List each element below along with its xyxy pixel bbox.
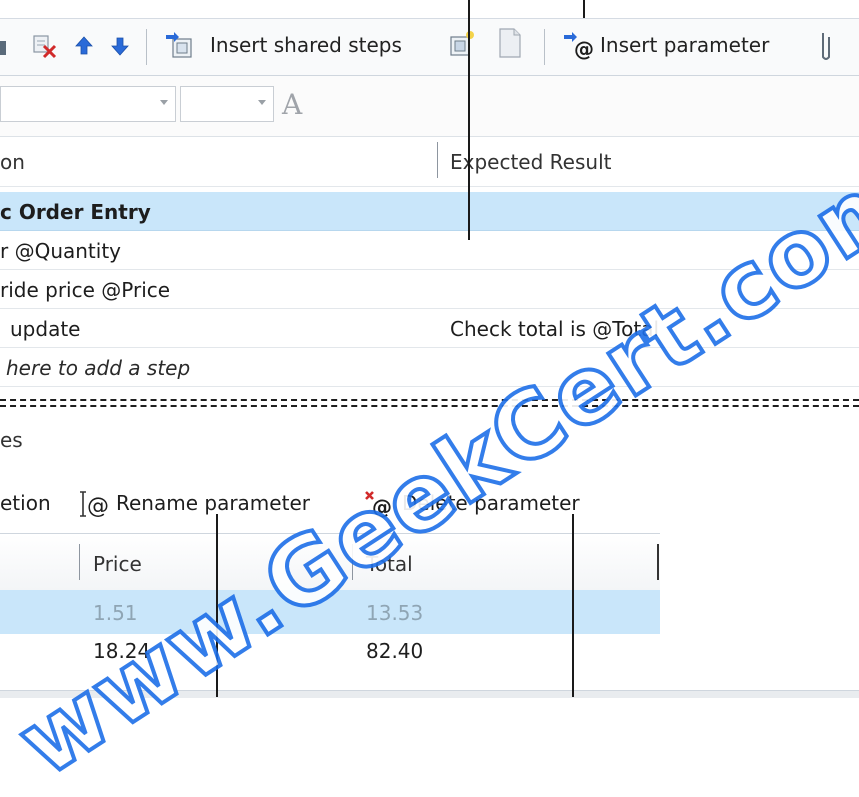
callout-line-delete-parameter <box>572 514 574 697</box>
parameter-row[interactable]: 18.24 82.40 <box>0 629 660 673</box>
font-glyph: A <box>282 88 303 121</box>
step-row[interactable]: ride price @Price <box>0 270 859 309</box>
insert-shared-steps-icon <box>164 31 196 61</box>
column-separator[interactable] <box>437 142 438 178</box>
column-separator[interactable] <box>79 544 80 580</box>
delete-parameter-label: Delete parameter <box>402 491 580 515</box>
add-step-placeholder: here to add a step <box>6 356 191 380</box>
move-step-up-icon[interactable] <box>74 35 94 57</box>
step-action: r @Quantity <box>0 239 122 263</box>
chevron-down-icon <box>258 100 266 105</box>
step-expected-result: Check total is @Total <box>450 317 660 341</box>
rename-parameter-button[interactable]: @ Rename parameter <box>76 484 338 524</box>
column-separator[interactable] <box>657 544 659 580</box>
step-action: ride price @Price <box>0 278 171 302</box>
steps-toolbar: Insert shared steps @ Insert parameter <box>0 18 859 76</box>
create-shared-steps-icon[interactable] <box>446 29 478 61</box>
step-row[interactable]: r @Quantity <box>0 231 859 270</box>
insert-parameter-button[interactable]: @ Insert parameter <box>562 27 792 65</box>
delete-parameter-icon: @ <box>364 488 398 520</box>
open-shared-steps-icon[interactable] <box>496 25 524 61</box>
step-action: update <box>10 317 81 341</box>
delete-step-icon[interactable] <box>30 31 60 61</box>
column-header-total[interactable]: Total <box>366 552 413 576</box>
insert-shared-steps-button[interactable]: Insert shared steps <box>164 27 426 65</box>
total-cell[interactable]: 13.53 <box>366 601 423 625</box>
price-cell[interactable]: 18.24 <box>93 639 150 663</box>
callout-line-rename-parameter <box>216 514 218 697</box>
svg-text:@: @ <box>372 495 392 519</box>
formatting-bar: A <box>0 76 859 137</box>
add-step-row[interactable]: here to add a step <box>0 348 859 387</box>
svg-text:@: @ <box>87 494 109 519</box>
parameter-values-title: es <box>0 428 23 452</box>
column-header-price[interactable]: Price <box>93 552 142 576</box>
insert-parameter-icon: @ <box>562 31 598 61</box>
insert-parameter-label: Insert parameter <box>600 33 770 57</box>
steps-grid-header: on Expected Result <box>0 138 859 187</box>
parameter-row[interactable]: 1.51 13.53 <box>0 590 660 634</box>
toolbar-separator <box>146 29 147 65</box>
column-header-action[interactable]: on <box>0 150 25 174</box>
toolbar-separator <box>544 29 545 65</box>
font-color-icon[interactable]: A <box>282 88 302 121</box>
step-row[interactable]: update Check total is @Total <box>0 309 859 348</box>
svg-text:@: @ <box>574 37 594 61</box>
chevron-down-icon <box>160 100 168 105</box>
font-size-dropdown[interactable] <box>180 86 274 122</box>
font-family-dropdown[interactable] <box>0 86 176 122</box>
total-cell[interactable]: 82.40 <box>366 639 423 663</box>
pane-splitter[interactable] <box>0 399 859 409</box>
insert-shared-steps-label: Insert shared steps <box>210 33 402 57</box>
parameters-first-button-label[interactable]: etion <box>0 491 51 515</box>
step-row[interactable]: c Order Entry <box>0 192 859 231</box>
rename-parameter-icon: @ <box>76 488 116 520</box>
callout-line-action-column <box>468 0 470 240</box>
attachment-icon[interactable] <box>818 29 834 63</box>
move-step-down-icon[interactable] <box>110 35 130 57</box>
splitter-line <box>0 399 859 401</box>
delete-parameter-button[interactable]: @ Delete parameter <box>364 484 604 524</box>
column-separator[interactable] <box>352 544 353 580</box>
price-cell[interactable]: 1.51 <box>93 601 138 625</box>
rename-parameter-label: Rename parameter <box>116 491 310 515</box>
splitter-line <box>0 405 859 407</box>
step-action: c Order Entry <box>0 200 151 224</box>
parameter-table-header: Price Total <box>0 533 660 591</box>
partial-icon <box>0 41 6 55</box>
column-header-expected-result[interactable]: Expected Result <box>450 150 611 174</box>
